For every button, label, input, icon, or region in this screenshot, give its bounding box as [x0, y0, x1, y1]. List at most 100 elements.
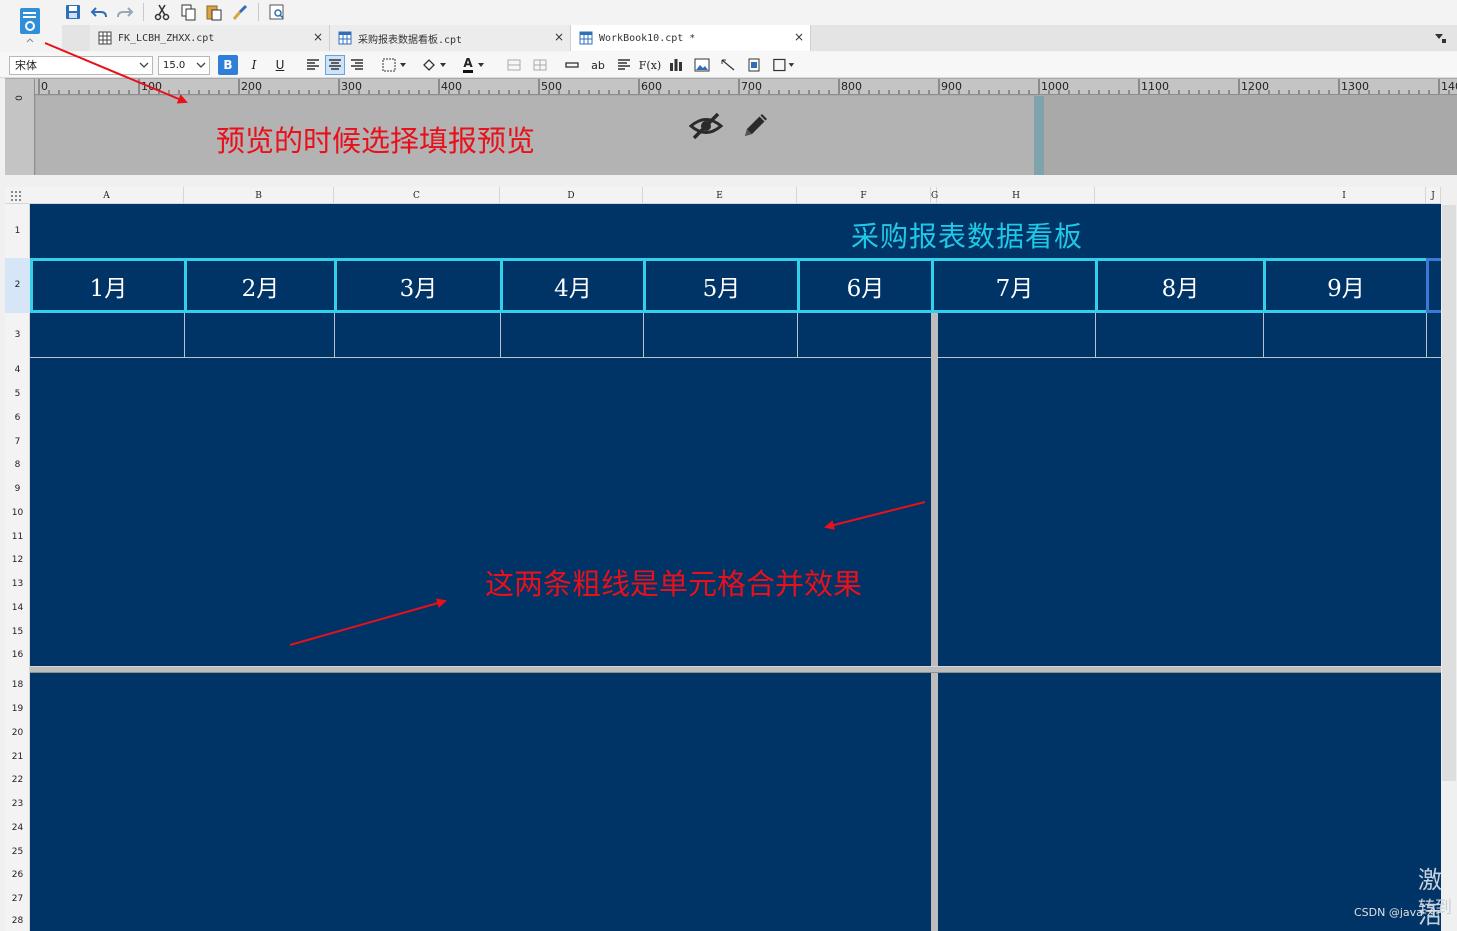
row-header-27[interactable]: 27: [5, 887, 30, 911]
row-header-20[interactable]: 20: [5, 721, 30, 745]
row-header-15[interactable]: 15: [5, 620, 30, 644]
month-cell[interactable]: 5月: [643, 258, 800, 313]
row-header-9[interactable]: 9: [5, 477, 30, 501]
column-header-j[interactable]: J: [1426, 187, 1441, 204]
row-header-2[interactable]: 2: [5, 258, 30, 313]
row-header-5[interactable]: 5: [5, 382, 30, 406]
column-header-b[interactable]: B: [184, 187, 334, 204]
align-left-button[interactable]: [303, 55, 323, 75]
row-header-6[interactable]: 6: [5, 406, 30, 430]
unmerge-cells-button[interactable]: [530, 55, 550, 75]
text-element-button[interactable]: ab: [588, 55, 608, 75]
tab-workbook10[interactable]: WorkBook10.cpt * ×: [571, 25, 811, 51]
tab-label: FK_LCBH_ZHXX.cpt: [118, 32, 215, 44]
month-cell[interactable]: 3月: [334, 258, 503, 313]
pencil-icon[interactable]: [740, 109, 772, 141]
underline-button[interactable]: U: [270, 55, 290, 75]
month-cell[interactable]: 1月: [30, 258, 187, 313]
bold-button[interactable]: B: [218, 55, 238, 75]
row-header-10[interactable]: 10: [5, 501, 30, 525]
chevron-down-icon: [477, 63, 484, 67]
row-header-25[interactable]: 25: [5, 840, 30, 864]
insert-chart-button[interactable]: [666, 55, 686, 75]
column-header-f[interactable]: F: [797, 187, 931, 204]
ruler-label: 0: [14, 95, 25, 101]
row-header-16[interactable]: 16: [5, 644, 30, 666]
row-header-28[interactable]: 28: [5, 911, 30, 931]
row-header-11[interactable]: 11: [5, 525, 30, 549]
month-cell[interactable]: 8月: [1095, 258, 1266, 313]
row-header-19[interactable]: 19: [5, 697, 30, 721]
formula-button[interactable]: F(x): [639, 55, 661, 75]
row-header-26[interactable]: 26: [5, 864, 30, 887]
report-file-icon: [579, 31, 593, 45]
cut-icon[interactable]: [151, 1, 173, 23]
tab-list-menu-icon[interactable]: [1433, 31, 1447, 45]
ruler-label: 400: [441, 80, 462, 93]
row-header-21[interactable]: 21: [5, 745, 30, 769]
scrollbar-thumb[interactable]: [1442, 205, 1456, 781]
font-family-value: 宋体: [15, 59, 37, 72]
save-icon[interactable]: [62, 1, 84, 23]
month-cell[interactable]: 4月: [500, 258, 646, 313]
row-header-7[interactable]: 7: [5, 430, 30, 454]
more-insert-button[interactable]: [770, 55, 798, 75]
column-header-a[interactable]: A: [30, 187, 184, 204]
column-header-d[interactable]: D: [500, 187, 643, 204]
italic-button[interactable]: I: [244, 55, 264, 75]
align-center-button[interactable]: [325, 55, 345, 75]
row-header-12[interactable]: 12: [5, 549, 30, 572]
fill-color-button[interactable]: [418, 55, 450, 75]
row-header-13[interactable]: 13: [5, 572, 30, 596]
row-header-3[interactable]: 3: [5, 313, 30, 358]
column-header-g[interactable]: G: [931, 187, 938, 204]
paste-icon[interactable]: [203, 1, 225, 23]
close-icon[interactable]: ×: [313, 30, 323, 44]
ruler-label: 1300: [1341, 80, 1369, 93]
month-cell[interactable]: 6月: [797, 258, 934, 313]
ruler-label: 600: [641, 80, 662, 93]
month-cell[interactable]: 2月: [184, 258, 337, 313]
column-header-i[interactable]: I: [1263, 187, 1426, 204]
row-header-22[interactable]: 22: [5, 769, 30, 792]
insert-row-button[interactable]: [562, 55, 582, 75]
select-all-icon[interactable]: [10, 190, 22, 202]
merge-cells-button[interactable]: [504, 55, 524, 75]
copy-icon[interactable]: [177, 1, 199, 23]
font-size-select[interactable]: 15.0: [158, 56, 210, 75]
font-family-select[interactable]: 宋体: [9, 56, 153, 75]
row-header-24[interactable]: 24: [5, 816, 30, 840]
sub-report-button[interactable]: [744, 55, 764, 75]
column-header-c[interactable]: C: [334, 187, 500, 204]
font-color-button[interactable]: A: [458, 55, 490, 75]
column-header-e[interactable]: E: [643, 187, 797, 204]
align-right-button[interactable]: [347, 55, 367, 75]
close-icon[interactable]: ×: [554, 30, 564, 44]
month-cell[interactable]: 9月: [1263, 258, 1429, 313]
month-cell[interactable]: 7月: [931, 258, 1098, 313]
close-icon[interactable]: ×: [794, 30, 804, 44]
row-header-23[interactable]: 23: [5, 792, 30, 816]
preview-report-icon[interactable]: [266, 1, 288, 23]
parameter-pane-resize-handle[interactable]: [1034, 96, 1044, 175]
redo-icon[interactable]: [114, 1, 136, 23]
row-header-18[interactable]: 18: [5, 673, 30, 697]
tab-purchase-dashboard[interactable]: 采购报表数据看板.cpt ×: [330, 25, 571, 51]
row-header-8[interactable]: 8: [5, 454, 30, 477]
month-cell-overflow[interactable]: [1426, 258, 1441, 313]
undo-icon[interactable]: [88, 1, 110, 23]
report-title[interactable]: 采购报表数据看板: [851, 215, 1083, 255]
tab-fk-lcbh[interactable]: FK_LCBH_ZHXX.cpt ×: [90, 25, 330, 51]
text-wrap-button[interactable]: [614, 55, 634, 75]
border-button[interactable]: [378, 55, 410, 75]
annotation-merge-note: 这两条粗线是单元格合并效果: [485, 567, 863, 601]
column-header-h[interactable]: H: [938, 187, 1095, 204]
format-painter-icon[interactable]: [229, 1, 251, 23]
slash-cell-button[interactable]: [718, 55, 738, 75]
insert-image-button[interactable]: [692, 55, 712, 75]
row-header-14[interactable]: 14: [5, 596, 30, 620]
row-header-1[interactable]: 1: [5, 204, 30, 258]
row-header-4[interactable]: 4: [5, 358, 30, 382]
eye-slash-icon[interactable]: [688, 111, 724, 141]
app-menu-icon[interactable]: [14, 4, 46, 44]
